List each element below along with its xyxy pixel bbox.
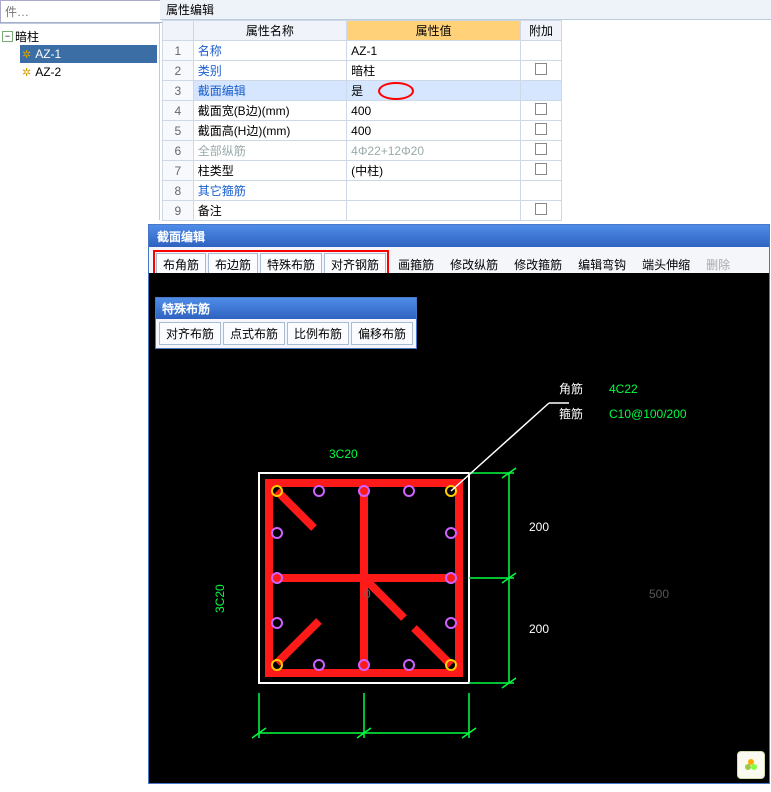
checkbox[interactable] (535, 163, 547, 175)
col-name: 属性名称 (193, 21, 346, 41)
prop-name: 备注 (193, 201, 346, 221)
property-row[interactable]: 1名称AZ-1 (163, 41, 562, 61)
prop-value[interactable]: 400 (347, 101, 521, 121)
prop-extra (521, 121, 562, 141)
property-row[interactable]: 4截面宽(B边)(mm)400 (163, 101, 562, 121)
property-table: 属性名称 属性值 附加 1名称AZ-12类别暗柱3截面编辑是4截面宽(B边)(m… (162, 20, 562, 221)
prop-value[interactable]: 暗柱 (347, 61, 521, 81)
property-row[interactable]: 2类别暗柱 (163, 61, 562, 81)
gear-icon: ✲ (22, 48, 31, 61)
row-index: 3 (163, 81, 194, 101)
row-index: 4 (163, 101, 194, 121)
row-index: 6 (163, 141, 194, 161)
checkbox[interactable] (535, 63, 547, 75)
sidebar: − 暗柱 ✲ AZ-1 ✲ AZ-2 (0, 0, 160, 220)
search-input[interactable] (0, 0, 165, 23)
canvas[interactable]: 200 200 3C20 3C20 角筋 4C22 箍筋 C10@100 (149, 273, 769, 783)
checkbox[interactable] (535, 103, 547, 115)
svg-text:0: 0 (364, 587, 371, 601)
prop-name: 名称 (193, 41, 346, 61)
prop-name: 其它箍筋 (193, 181, 346, 201)
flower-icon (743, 757, 759, 773)
prop-extra (521, 181, 562, 201)
row-index: 8 (163, 181, 194, 201)
tree-item[interactable]: ✲ AZ-2 (20, 63, 157, 81)
tree-item-label: AZ-2 (35, 65, 61, 79)
property-row[interactable]: 8其它箍筋 (163, 181, 562, 201)
svg-text:200: 200 (529, 622, 549, 636)
float-panel-button[interactable]: 比例布筋 (287, 322, 349, 345)
property-panel-title: 属性编辑 (160, 0, 771, 20)
property-row[interactable]: 7柱类型(中柱) (163, 161, 562, 181)
prop-extra (521, 201, 562, 221)
row-index: 1 (163, 41, 194, 61)
tree-item-label: AZ-1 (35, 47, 61, 61)
property-row[interactable]: 6全部纵筋4Φ22+12Φ20 (163, 141, 562, 161)
row-index: 5 (163, 121, 194, 141)
row-index: 7 (163, 161, 194, 181)
prop-value[interactable]: 400 (347, 121, 521, 141)
prop-name: 截面宽(B边)(mm) (193, 101, 346, 121)
svg-text:200: 200 (529, 520, 549, 534)
svg-text:4C22: 4C22 (609, 382, 638, 396)
svg-text:角筋: 角筋 (559, 381, 583, 396)
prop-extra (521, 141, 562, 161)
prop-extra (521, 101, 562, 121)
tree-root-label: 暗柱 (15, 28, 39, 45)
prop-value[interactable] (347, 201, 521, 221)
checkbox[interactable] (535, 123, 547, 135)
col-value: 属性值 (347, 21, 521, 41)
svg-text:500: 500 (649, 587, 669, 601)
prop-value[interactable]: 4Φ22+12Φ20 (347, 141, 521, 161)
svg-text:3C20: 3C20 (213, 584, 227, 613)
tree-item[interactable]: ✲ AZ-1 (20, 45, 157, 63)
prop-value[interactable]: (中柱) (347, 161, 521, 181)
prop-extra (521, 41, 562, 61)
prop-value[interactable]: AZ-1 (347, 41, 521, 61)
svg-text:箍筋: 箍筋 (559, 406, 583, 421)
row-index: 9 (163, 201, 194, 221)
float-panel-button[interactable]: 偏移布筋 (351, 322, 413, 345)
prop-value[interactable] (347, 181, 521, 201)
gear-icon: ✲ (22, 66, 31, 79)
prop-name: 全部纵筋 (193, 141, 346, 161)
collapse-icon[interactable]: − (2, 31, 13, 42)
editor-title: 截面编辑 (149, 225, 769, 247)
prop-name: 截面编辑 (193, 81, 346, 101)
float-panel-button[interactable]: 点式布筋 (223, 322, 285, 345)
float-panel-button[interactable]: 对齐布筋 (159, 322, 221, 345)
checkbox[interactable] (535, 203, 547, 215)
prop-value[interactable]: 是 (347, 81, 521, 101)
corner-button[interactable] (737, 751, 765, 779)
special-rebar-panel: 特殊布筋 对齐布筋点式布筋比例布筋偏移布筋 (155, 297, 417, 349)
svg-text:C10@100/200: C10@100/200 (609, 407, 687, 421)
prop-extra (521, 61, 562, 81)
prop-extra (521, 161, 562, 181)
tree-parent[interactable]: − 暗柱 (2, 28, 157, 45)
prop-name: 类别 (193, 61, 346, 81)
property-row[interactable]: 3截面编辑是 (163, 81, 562, 101)
special-rebar-title: 特殊布筋 (156, 298, 416, 319)
row-index: 2 (163, 61, 194, 81)
property-row[interactable]: 5截面高(H边)(mm)400 (163, 121, 562, 141)
prop-name: 截面高(H边)(mm) (193, 121, 346, 141)
property-row[interactable]: 9备注 (163, 201, 562, 221)
prop-extra (521, 81, 562, 101)
prop-name: 柱类型 (193, 161, 346, 181)
checkbox[interactable] (535, 143, 547, 155)
col-extra: 附加 (521, 21, 562, 41)
svg-text:3C20: 3C20 (329, 447, 358, 461)
